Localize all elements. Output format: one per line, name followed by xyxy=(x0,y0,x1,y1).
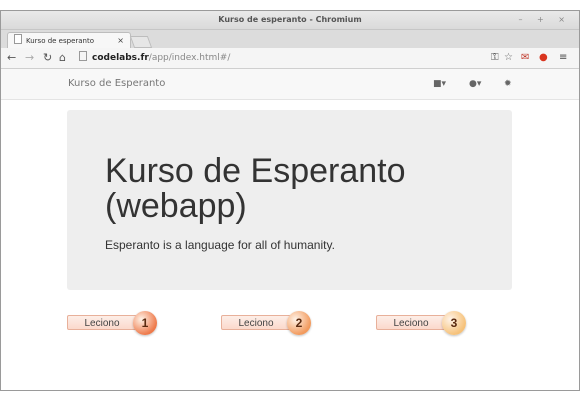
gmail-icon[interactable]: ✉ xyxy=(521,51,529,65)
window-title: Kurso de esperanto - Chromium xyxy=(218,15,362,24)
opera-icon[interactable]: ● xyxy=(539,51,548,65)
hero-jumbotron: Kurso de Esperanto (webapp) Esperanto is… xyxy=(67,110,512,290)
star-icon[interactable]: ☆ xyxy=(504,51,513,65)
help-dropdown-icon[interactable]: ●▾ xyxy=(469,69,481,99)
title-bar: Kurso de esperanto - Chromium – + × xyxy=(1,11,579,30)
close-tab-icon[interactable]: × xyxy=(117,33,124,49)
url-host: codelabs.fr xyxy=(92,53,149,63)
forward-icon[interactable]: → xyxy=(25,51,34,65)
page-icon xyxy=(14,34,22,44)
tab-title: Kurso de esperanto xyxy=(26,37,95,45)
key-icon[interactable]: ⚿ xyxy=(491,51,499,65)
back-icon[interactable]: ← xyxy=(7,51,16,65)
new-tab-button[interactable] xyxy=(129,36,153,48)
menu-icon[interactable]: ≡ xyxy=(559,51,567,65)
address-bar[interactable]: codelabs.fr/app/index.html#/ xyxy=(79,51,489,64)
window-controls[interactable]: – + × xyxy=(519,11,572,29)
browser-tab[interactable]: Kurso de esperanto × xyxy=(7,32,131,49)
url-path: /app/index.html#/ xyxy=(148,53,231,63)
lesson-label: Leciono xyxy=(67,315,137,330)
reload-icon[interactable]: ↻ xyxy=(43,51,52,65)
app-navbar: Kurso de Esperanto ■▾ ●▾ ✹ xyxy=(1,69,579,100)
lesson-button-3[interactable]: Leciono 3 xyxy=(376,311,476,335)
gear-icon[interactable]: ✹ xyxy=(504,69,512,99)
browser-toolbar: ← → ↻ ⌂ codelabs.fr/app/index.html#/ ⚿ ☆… xyxy=(1,48,579,69)
hero-title: Kurso de Esperanto (webapp) xyxy=(105,152,406,225)
lesson-button-1[interactable]: Leciono 1 xyxy=(67,311,167,335)
lesson-button-2[interactable]: Leciono 2 xyxy=(221,311,321,335)
lesson-label: Leciono xyxy=(221,315,291,330)
home-icon[interactable]: ⌂ xyxy=(59,51,66,65)
lesson-label: Leciono xyxy=(376,315,446,330)
tab-strip: Kurso de esperanto × xyxy=(1,30,579,49)
lesson-number-badge: 3 xyxy=(442,311,466,335)
page-icon xyxy=(79,51,87,61)
book-dropdown-icon[interactable]: ■▾ xyxy=(433,69,446,99)
lesson-number-badge: 2 xyxy=(287,311,311,335)
navbar-brand[interactable]: Kurso de Esperanto xyxy=(68,69,165,99)
hero-lead: Esperanto is a language for all of human… xyxy=(105,238,335,252)
lesson-number-badge: 1 xyxy=(133,311,157,335)
